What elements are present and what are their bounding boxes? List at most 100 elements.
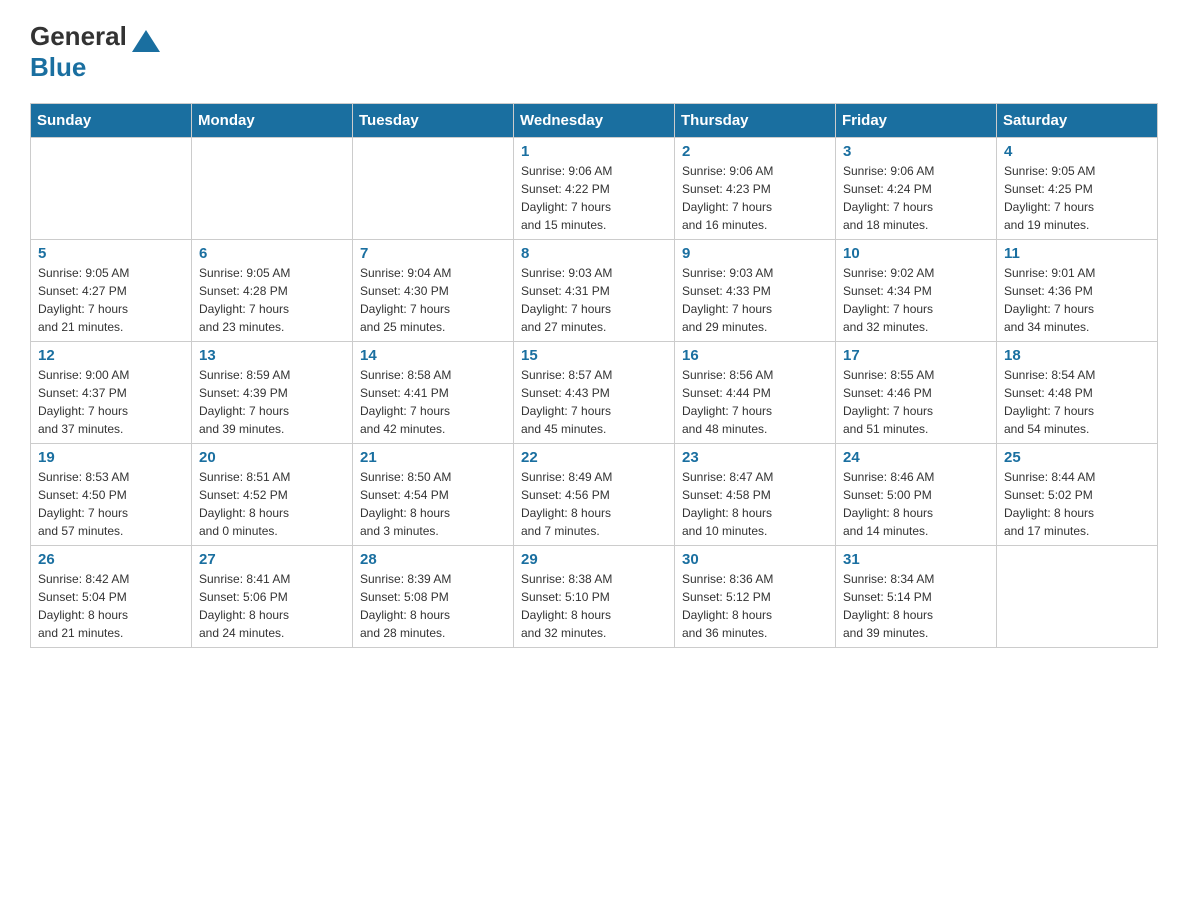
day-info: Sunrise: 9:06 AM Sunset: 4:22 PM Dayligh… [521, 162, 667, 234]
calendar-empty-cell [192, 138, 353, 240]
day-info: Sunrise: 8:39 AM Sunset: 5:08 PM Dayligh… [360, 570, 506, 642]
day-info: Sunrise: 8:42 AM Sunset: 5:04 PM Dayligh… [38, 570, 184, 642]
logo-block: General Blue [30, 20, 160, 83]
calendar-day-18: 18 Sunrise: 8:54 AM Sunset: 4:48 PM Dayli… [997, 342, 1158, 444]
logo-triangle-icon [132, 30, 160, 52]
day-number: 3 [843, 143, 989, 160]
calendar-day-5: 5 Sunrise: 9:05 AM Sunset: 4:27 PM Daylig… [31, 240, 192, 342]
day-number: 19 [38, 449, 184, 466]
day-info: Sunrise: 8:56 AM Sunset: 4:44 PM Dayligh… [682, 366, 828, 438]
calendar-day-20: 20Sunrise: 8:51 AM Sunset: 4:52 PM Dayli… [192, 444, 353, 546]
day-info: Sunrise: 8:50 AM Sunset: 4:54 PM Dayligh… [360, 468, 506, 540]
calendar-day-28: 28 Sunrise: 8:39 AM Sunset: 5:08 PM Dayli… [353, 546, 514, 648]
day-info: Sunrise: 9:05 AM Sunset: 4:25 PM Dayligh… [1004, 162, 1150, 234]
day-number: 17 [843, 347, 989, 364]
calendar-day-3: 3Sunrise: 9:06 AM Sunset: 4:24 PM Daylig… [836, 138, 997, 240]
day-info: Sunrise: 9:05 AM Sunset: 4:27 PM Dayligh… [38, 264, 184, 336]
day-info: Sunrise: 9:03 AM Sunset: 4:33 PM Dayligh… [682, 264, 828, 336]
day-info: Sunrise: 8:46 AM Sunset: 5:00 PM Dayligh… [843, 468, 989, 540]
calendar-week-row: 1 Sunrise: 9:06 AM Sunset: 4:22 PM Daylig… [31, 138, 1158, 240]
calendar-day-14: 14Sunrise: 8:58 AM Sunset: 4:41 PM Dayli… [353, 342, 514, 444]
day-info: Sunrise: 9:00 AM Sunset: 4:37 PM Dayligh… [38, 366, 184, 438]
calendar-day-29: 29 Sunrise: 8:38 AM Sunset: 5:10 PM Dayli… [514, 546, 675, 648]
day-number: 12 [38, 347, 184, 364]
day-info: Sunrise: 8:53 AM Sunset: 4:50 PM Dayligh… [38, 468, 184, 540]
day-number: 2 [682, 143, 828, 160]
day-number: 29 [521, 551, 667, 568]
day-number: 30 [682, 551, 828, 568]
day-number: 14 [360, 347, 506, 364]
calendar-day-22: 22Sunrise: 8:49 AM Sunset: 4:56 PM Dayli… [514, 444, 675, 546]
day-number: 4 [1004, 143, 1150, 160]
calendar-day-2: 2 Sunrise: 9:06 AM Sunset: 4:23 PM Daylig… [675, 138, 836, 240]
calendar-day-1: 1 Sunrise: 9:06 AM Sunset: 4:22 PM Daylig… [514, 138, 675, 240]
weekday-header-monday: Monday [192, 104, 353, 138]
day-info: Sunrise: 9:01 AM Sunset: 4:36 PM Dayligh… [1004, 264, 1150, 336]
day-number: 9 [682, 245, 828, 262]
calendar-empty-cell [997, 546, 1158, 648]
day-number: 26 [38, 551, 184, 568]
day-number: 6 [199, 245, 345, 262]
calendar-day-9: 9 Sunrise: 9:03 AM Sunset: 4:33 PM Daylig… [675, 240, 836, 342]
calendar-header-row: SundayMondayTuesdayWednesdayThursdayFrid… [31, 104, 1158, 138]
weekday-header-friday: Friday [836, 104, 997, 138]
calendar-day-4: 4 Sunrise: 9:05 AM Sunset: 4:25 PM Daylig… [997, 138, 1158, 240]
day-number: 27 [199, 551, 345, 568]
weekday-header-thursday: Thursday [675, 104, 836, 138]
day-info: Sunrise: 8:34 AM Sunset: 5:14 PM Dayligh… [843, 570, 989, 642]
calendar-week-row: 12 Sunrise: 9:00 AM Sunset: 4:37 PM Dayli… [31, 342, 1158, 444]
calendar-day-13: 13Sunrise: 8:59 AM Sunset: 4:39 PM Dayli… [192, 342, 353, 444]
calendar-day-10: 10Sunrise: 9:02 AM Sunset: 4:34 PM Dayli… [836, 240, 997, 342]
day-info: Sunrise: 8:54 AM Sunset: 4:48 PM Dayligh… [1004, 366, 1150, 438]
calendar-day-6: 6Sunrise: 9:05 AM Sunset: 4:28 PM Daylig… [192, 240, 353, 342]
calendar-week-row: 19 Sunrise: 8:53 AM Sunset: 4:50 PM Dayli… [31, 444, 1158, 546]
calendar-day-23: 23Sunrise: 8:47 AM Sunset: 4:58 PM Dayli… [675, 444, 836, 546]
page-header: General Blue [30, 20, 1158, 83]
calendar-day-15: 15Sunrise: 8:57 AM Sunset: 4:43 PM Dayli… [514, 342, 675, 444]
day-number: 20 [199, 449, 345, 466]
day-number: 8 [521, 245, 667, 262]
calendar-day-26: 26 Sunrise: 8:42 AM Sunset: 5:04 PM Dayli… [31, 546, 192, 648]
weekday-header-tuesday: Tuesday [353, 104, 514, 138]
day-info: Sunrise: 8:49 AM Sunset: 4:56 PM Dayligh… [521, 468, 667, 540]
calendar-day-16: 16 Sunrise: 8:56 AM Sunset: 4:44 PM Dayli… [675, 342, 836, 444]
calendar-week-row: 5 Sunrise: 9:05 AM Sunset: 4:27 PM Daylig… [31, 240, 1158, 342]
calendar-day-25: 25 Sunrise: 8:44 AM Sunset: 5:02 PM Dayli… [997, 444, 1158, 546]
day-info: Sunrise: 8:41 AM Sunset: 5:06 PM Dayligh… [199, 570, 345, 642]
calendar-day-12: 12 Sunrise: 9:00 AM Sunset: 4:37 PM Dayli… [31, 342, 192, 444]
calendar-week-row: 26 Sunrise: 8:42 AM Sunset: 5:04 PM Dayli… [31, 546, 1158, 648]
day-info: Sunrise: 9:03 AM Sunset: 4:31 PM Dayligh… [521, 264, 667, 336]
calendar-day-19: 19 Sunrise: 8:53 AM Sunset: 4:50 PM Dayli… [31, 444, 192, 546]
day-number: 11 [1004, 245, 1150, 262]
calendar-day-31: 31Sunrise: 8:34 AM Sunset: 5:14 PM Dayli… [836, 546, 997, 648]
day-info: Sunrise: 8:44 AM Sunset: 5:02 PM Dayligh… [1004, 468, 1150, 540]
day-info: Sunrise: 8:47 AM Sunset: 4:58 PM Dayligh… [682, 468, 828, 540]
day-number: 25 [1004, 449, 1150, 466]
day-info: Sunrise: 8:36 AM Sunset: 5:12 PM Dayligh… [682, 570, 828, 642]
calendar-empty-cell [353, 138, 514, 240]
weekday-header-saturday: Saturday [997, 104, 1158, 138]
calendar-day-27: 27 Sunrise: 8:41 AM Sunset: 5:06 PM Dayli… [192, 546, 353, 648]
day-number: 5 [38, 245, 184, 262]
logo: General Blue [30, 20, 160, 83]
day-number: 13 [199, 347, 345, 364]
calendar-day-24: 24 Sunrise: 8:46 AM Sunset: 5:00 PM Dayli… [836, 444, 997, 546]
day-number: 15 [521, 347, 667, 364]
weekday-header-sunday: Sunday [31, 104, 192, 138]
day-info: Sunrise: 8:38 AM Sunset: 5:10 PM Dayligh… [521, 570, 667, 642]
day-number: 1 [521, 143, 667, 160]
day-info: Sunrise: 9:06 AM Sunset: 4:23 PM Dayligh… [682, 162, 828, 234]
calendar-table: SundayMondayTuesdayWednesdayThursdayFrid… [30, 103, 1158, 648]
day-number: 28 [360, 551, 506, 568]
calendar-day-7: 7Sunrise: 9:04 AM Sunset: 4:30 PM Daylig… [353, 240, 514, 342]
day-number: 18 [1004, 347, 1150, 364]
day-number: 16 [682, 347, 828, 364]
day-number: 7 [360, 245, 506, 262]
day-number: 24 [843, 449, 989, 466]
day-number: 21 [360, 449, 506, 466]
calendar-day-11: 11 Sunrise: 9:01 AM Sunset: 4:36 PM Dayli… [997, 240, 1158, 342]
day-info: Sunrise: 8:55 AM Sunset: 4:46 PM Dayligh… [843, 366, 989, 438]
logo-general-text: General [30, 21, 127, 52]
day-info: Sunrise: 9:02 AM Sunset: 4:34 PM Dayligh… [843, 264, 989, 336]
calendar-day-21: 21 Sunrise: 8:50 AM Sunset: 4:54 PM Dayli… [353, 444, 514, 546]
